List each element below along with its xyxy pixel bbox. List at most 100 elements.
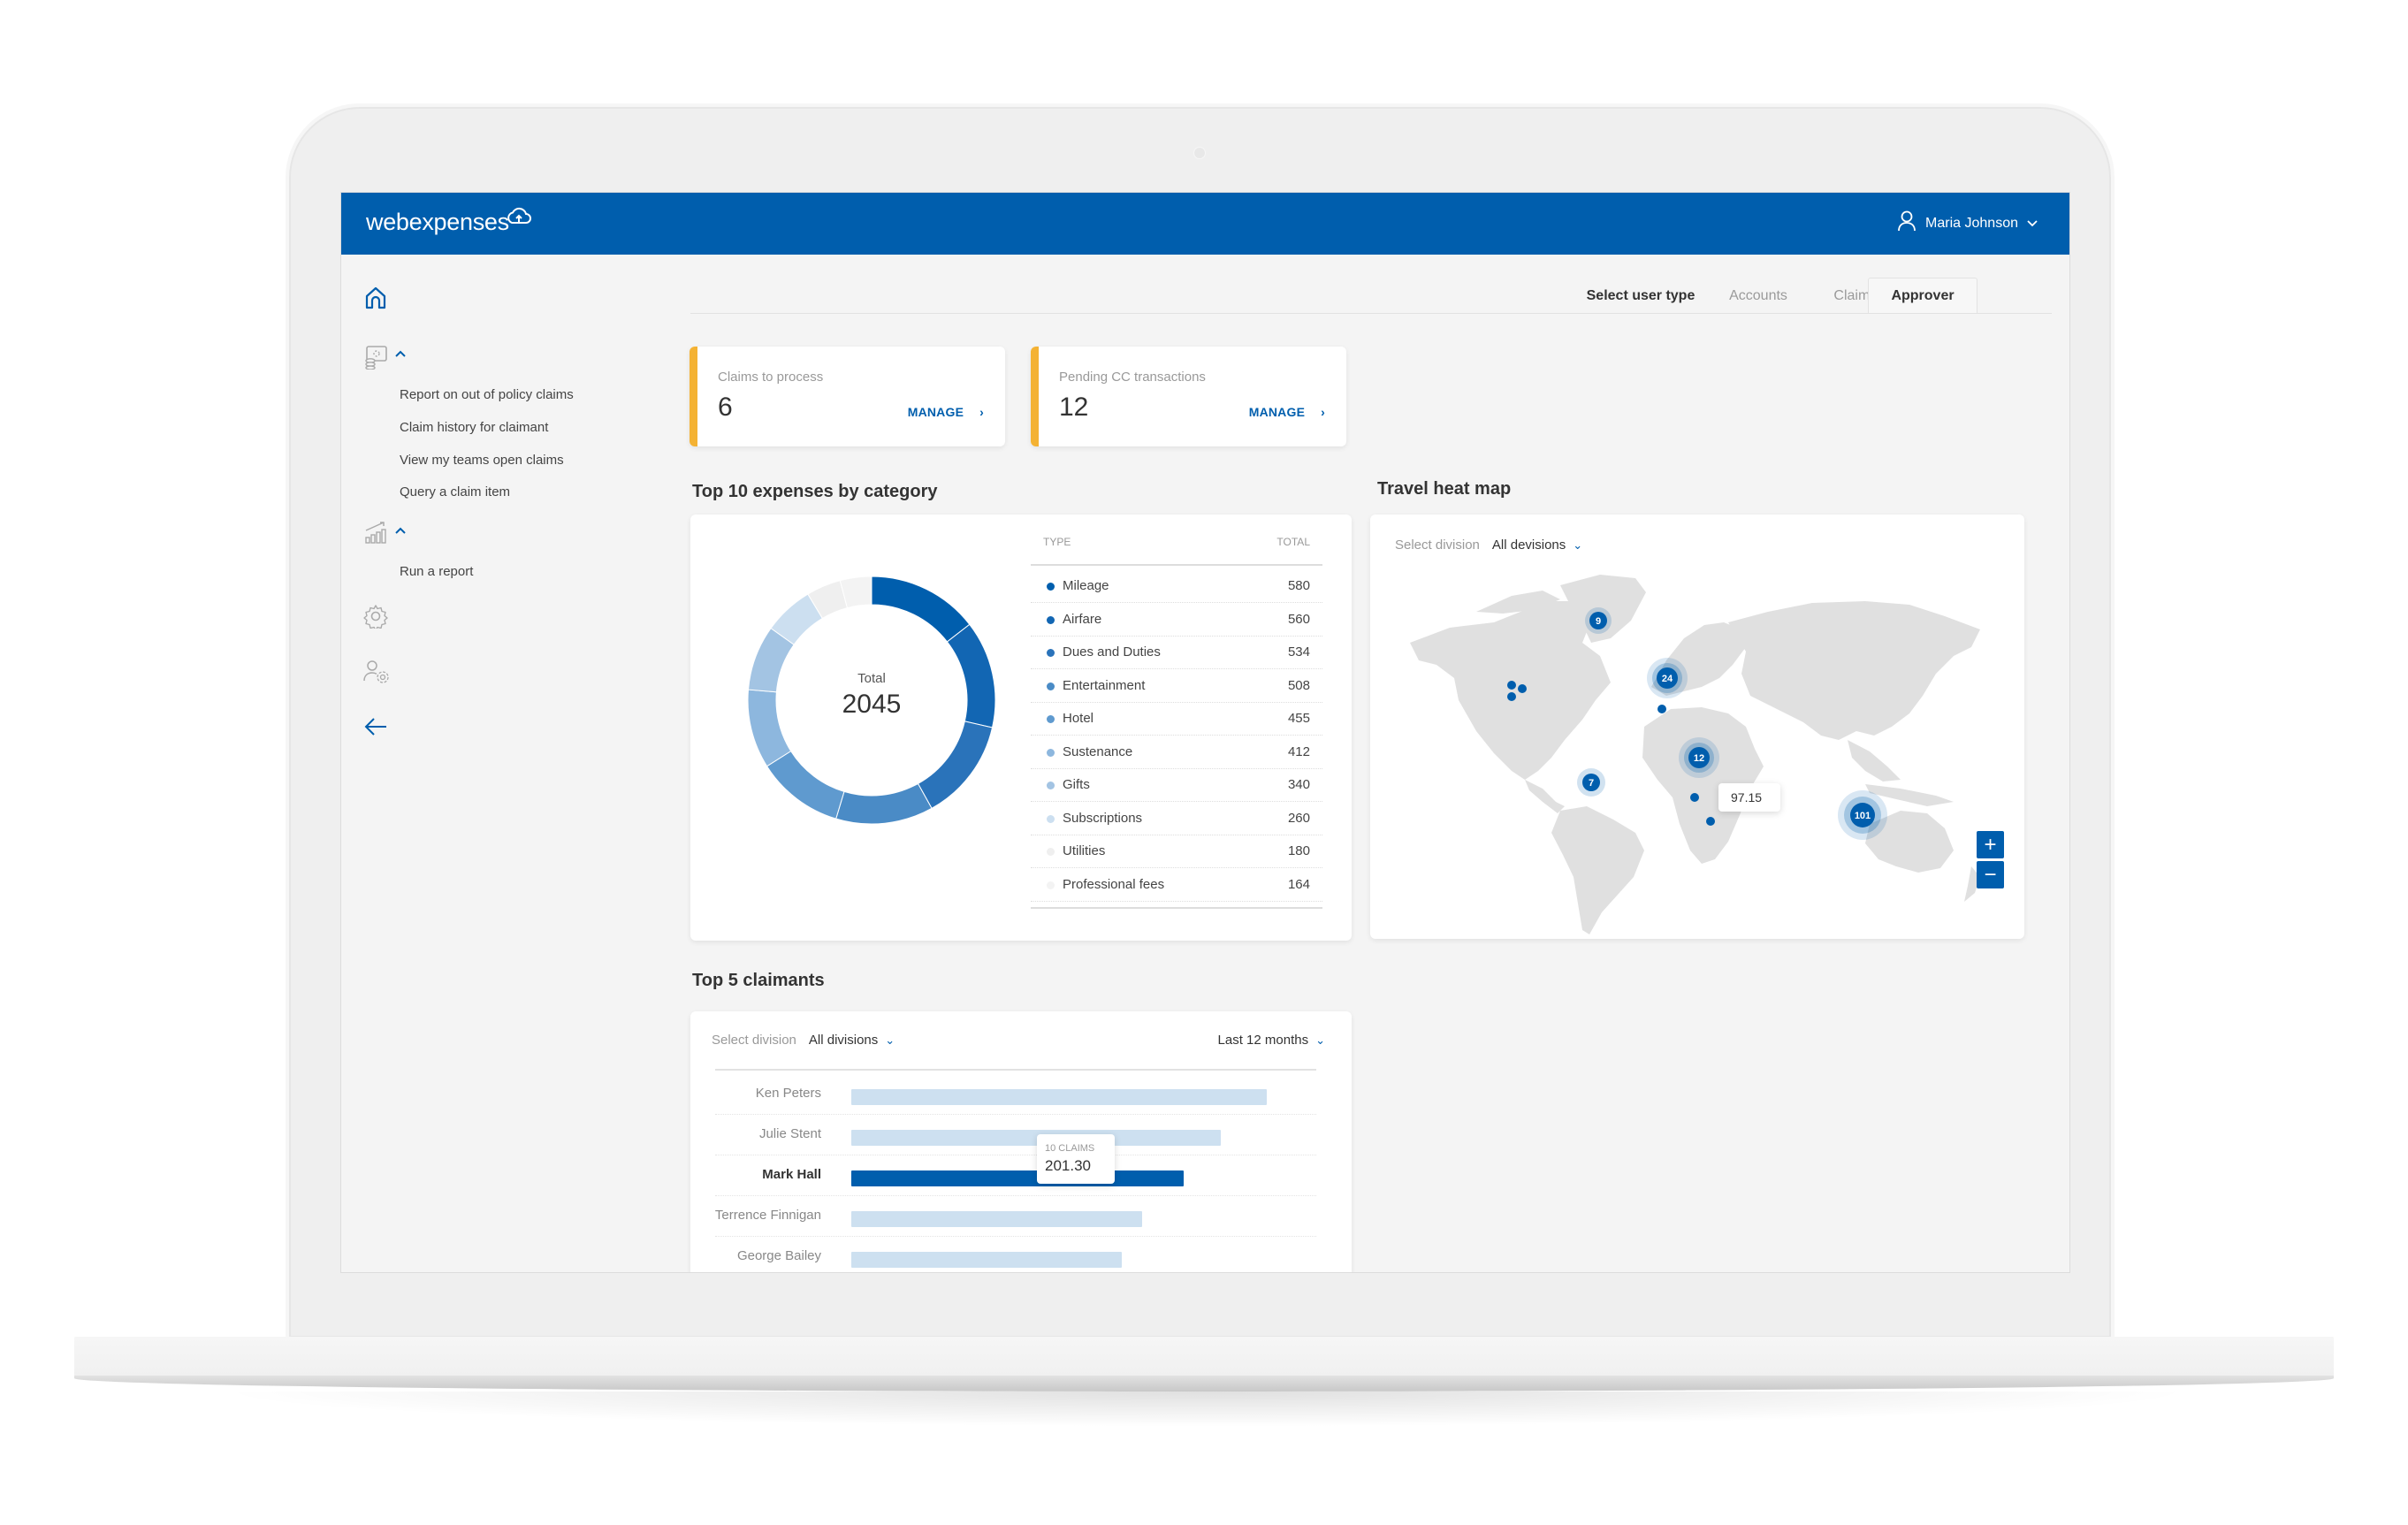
kpi-card-claims: Claims to process 6 MANAGE › xyxy=(690,347,1005,446)
tab-approver[interactable]: Approver xyxy=(1868,278,1977,313)
table-row[interactable]: Professional fees 164 xyxy=(1031,868,1322,902)
donut-slice-dues-and-duties[interactable] xyxy=(917,721,994,810)
donut-center-value: 2045 xyxy=(842,690,902,719)
row-type: Airfare xyxy=(1063,611,1102,627)
claimant-row[interactable]: Mark Hall xyxy=(715,1155,1316,1196)
world-map[interactable]: 9 24 12 7 101 xyxy=(1370,515,2024,939)
row-type: Sustenance xyxy=(1063,743,1133,759)
collapse-claims-icon[interactable] xyxy=(394,347,407,361)
donut-slice-hotel[interactable] xyxy=(766,750,845,820)
user-settings-icon[interactable] xyxy=(363,660,392,689)
cluster-label: 9 xyxy=(1596,616,1601,627)
location-point xyxy=(1507,692,1516,701)
expenses-table: TYPE TOTAL Mileage 580 Airfare 560 Dues and … xyxy=(1031,515,1322,930)
claims-icon[interactable] xyxy=(363,345,388,374)
north-america xyxy=(1410,601,1611,780)
table-row[interactable]: Sustenance 412 xyxy=(1031,736,1322,769)
location-point xyxy=(1657,705,1666,713)
donut-slice-mileage[interactable] xyxy=(871,576,971,643)
row-type: Professional fees xyxy=(1063,876,1165,892)
sidebar-link-out-of-policy[interactable]: Report on out of policy claims xyxy=(400,387,574,402)
top-bar: webexpenses Maria Johnson xyxy=(341,193,2069,255)
location-point xyxy=(1507,681,1516,690)
table-row[interactable]: Hotel 455 xyxy=(1031,702,1322,736)
cluster-africa[interactable]: 12 xyxy=(1679,737,1719,778)
table-row[interactable]: Utilities 180 xyxy=(1031,835,1322,868)
collapse-reports-icon[interactable] xyxy=(394,523,407,538)
zoom-in-button[interactable]: + xyxy=(1977,831,2004,858)
location-point xyxy=(1706,817,1715,826)
manage-cc-button[interactable]: MANAGE › xyxy=(1249,405,1325,419)
claimant-name: George Bailey xyxy=(736,1248,821,1263)
claimant-name: Julie Stent xyxy=(758,1126,821,1141)
donut-slice-entertainment[interactable] xyxy=(835,782,933,825)
claimant-row[interactable]: George Bailey xyxy=(715,1236,1316,1272)
tab-accounts[interactable]: Accounts xyxy=(1710,278,1807,314)
legend-dot xyxy=(1047,881,1055,889)
claimants-title: Top 5 claimants xyxy=(692,971,825,990)
row-total: 412 xyxy=(1287,743,1310,759)
legend-dot xyxy=(1047,682,1055,690)
chevron-right-icon: › xyxy=(1321,405,1325,419)
claimants-card: Select division All divisions ⌄ Last 12 mo… xyxy=(690,1011,1352,1272)
claimant-name: Mark Hall xyxy=(762,1167,821,1182)
table-header-type: TYPE xyxy=(1043,536,1071,548)
claimant-row[interactable]: Ken Peters xyxy=(715,1073,1316,1115)
claimant-bar[interactable] xyxy=(851,1211,1142,1227)
select-division-value: All divisions xyxy=(808,1033,879,1048)
sidebar-link-query-claim[interactable]: Query a claim item xyxy=(400,484,510,499)
sidebar-link-teams-open-claims[interactable]: View my teams open claims xyxy=(400,453,564,468)
cluster-south-america[interactable]: 7 xyxy=(1577,768,1605,797)
home-icon[interactable] xyxy=(363,286,388,315)
sidebar-link-run-report[interactable]: Run a report xyxy=(400,564,473,579)
cluster-australia[interactable]: 101 xyxy=(1838,790,1887,840)
heatmap-title: Travel heat map xyxy=(1377,479,1512,499)
period-select[interactable]: Last 12 months ⌄ xyxy=(1218,1033,1325,1048)
table-row[interactable]: Airfare 560 xyxy=(1031,603,1322,637)
cluster-label: 24 xyxy=(1662,674,1673,684)
row-type: Subscriptions xyxy=(1063,810,1143,826)
claimant-name: Ken Peters xyxy=(755,1086,821,1101)
location-point xyxy=(1518,684,1527,693)
claimant-name: Terrence Finnigan xyxy=(714,1208,821,1223)
legend-dot xyxy=(1047,715,1055,723)
row-total: 340 xyxy=(1287,777,1310,792)
chevron-down-icon xyxy=(2027,216,2038,232)
settings-icon[interactable] xyxy=(363,604,388,633)
table-row[interactable]: Dues and Duties 534 xyxy=(1031,636,1322,669)
expenses-card: Total 2045 TYPE TOTAL Mileage 580 Airfare 5… xyxy=(690,515,1352,941)
back-arrow-icon[interactable] xyxy=(363,716,388,742)
user-name: Maria Johnson xyxy=(1925,215,2018,231)
chevron-right-icon: › xyxy=(979,405,984,419)
claimant-row[interactable]: Terrence Finnigan xyxy=(715,1195,1316,1237)
table-row[interactable]: Entertainment 508 xyxy=(1031,669,1322,703)
table-header-divider xyxy=(1031,564,1322,566)
south-america xyxy=(1551,806,1644,934)
claimant-row[interactable]: Julie Stent xyxy=(715,1114,1316,1155)
cluster-greenland[interactable]: 9 xyxy=(1585,607,1612,634)
table-row[interactable]: Subscriptions 260 xyxy=(1031,802,1322,835)
row-type: Dues and Duties xyxy=(1063,644,1161,660)
row-type: Mileage xyxy=(1063,578,1109,593)
cluster-europe[interactable]: 24 xyxy=(1647,658,1688,698)
cluster-label: 101 xyxy=(1855,811,1871,821)
table-row[interactable]: Mileage 580 xyxy=(1031,569,1322,603)
manage-claims-button[interactable]: MANAGE › xyxy=(908,405,984,419)
claimants-divider xyxy=(715,1069,1316,1071)
claimant-bar[interactable] xyxy=(851,1170,1184,1186)
row-total: 164 xyxy=(1287,876,1310,892)
claimant-bar[interactable] xyxy=(851,1089,1267,1105)
claimant-bar[interactable] xyxy=(851,1252,1122,1268)
claimants-division-select[interactable]: Select division All divisions ⌄ xyxy=(712,1033,895,1048)
legend-dot xyxy=(1047,848,1055,856)
user-menu[interactable]: Maria Johnson xyxy=(1897,210,2038,236)
laptop-camera xyxy=(1193,147,1206,159)
brand-logo[interactable]: webexpenses xyxy=(366,207,532,236)
table-row[interactable]: Gifts 340 xyxy=(1031,768,1322,802)
legend-dot xyxy=(1047,782,1055,789)
zoom-out-button[interactable]: − xyxy=(1977,861,2004,888)
reports-icon[interactable] xyxy=(363,520,388,549)
asia xyxy=(1728,601,1980,740)
sidebar-link-claim-history[interactable]: Claim history for claimant xyxy=(400,420,548,435)
location-point xyxy=(1690,793,1699,802)
